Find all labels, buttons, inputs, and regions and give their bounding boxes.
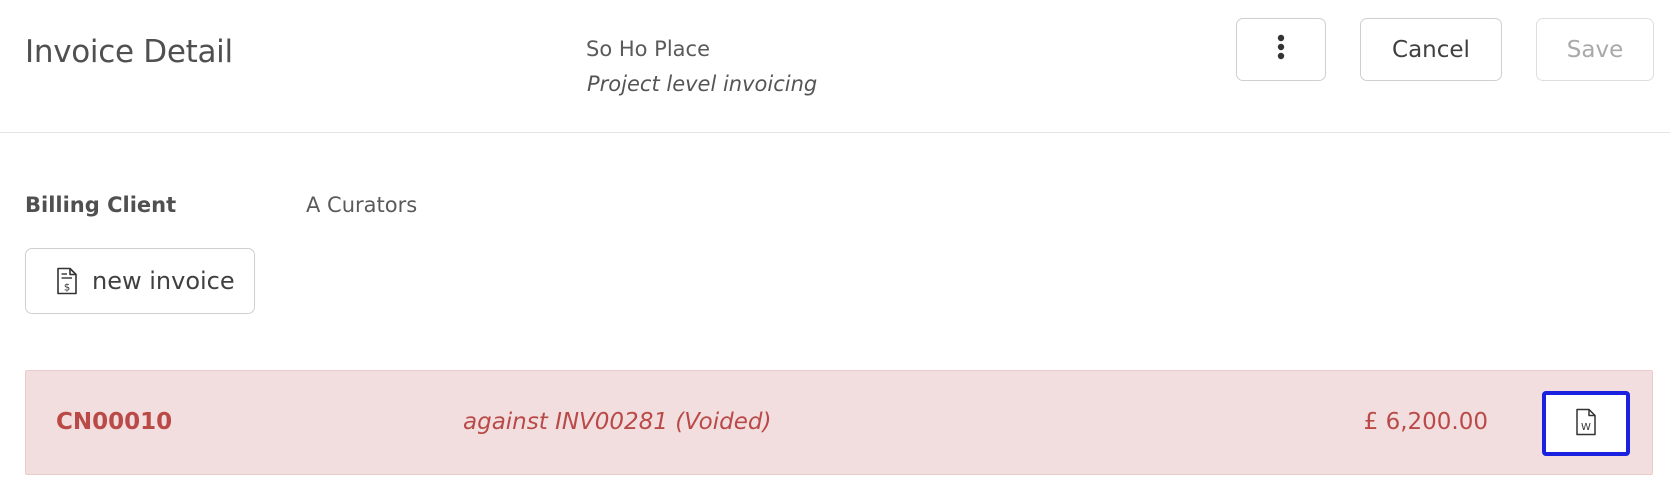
- svg-text:W: W: [1581, 422, 1591, 433]
- page-header: Invoice Detail So Ho Place Project level…: [0, 0, 1670, 133]
- credit-note-number[interactable]: CN00010: [56, 409, 172, 435]
- page-title: Invoice Detail: [25, 34, 233, 70]
- credit-note-amount: £ 6,200.00: [1363, 409, 1488, 435]
- save-button[interactable]: Save: [1536, 18, 1654, 81]
- new-invoice-label: new invoice: [92, 267, 235, 295]
- credit-note-against: against INV00281 (Voided): [463, 409, 772, 435]
- credit-note-row[interactable]: CN00010 against INV00281 (Voided) £ 6,20…: [25, 370, 1653, 475]
- word-document-icon: W: [1575, 408, 1597, 440]
- billing-client-value: A Curators: [306, 193, 418, 217]
- more-options-button[interactable]: [1236, 18, 1326, 81]
- invoice-dollar-icon: $: [56, 267, 78, 295]
- project-subtitle: Project level invoicing: [587, 72, 818, 96]
- new-invoice-button[interactable]: $ new invoice: [25, 248, 255, 314]
- billing-client-label: Billing Client: [25, 193, 177, 217]
- cancel-button[interactable]: Cancel: [1360, 18, 1502, 81]
- download-word-button[interactable]: W: [1542, 391, 1630, 456]
- svg-text:$: $: [64, 283, 70, 294]
- project-name: So Ho Place: [586, 37, 711, 61]
- vertical-ellipsis-icon: [1277, 34, 1285, 66]
